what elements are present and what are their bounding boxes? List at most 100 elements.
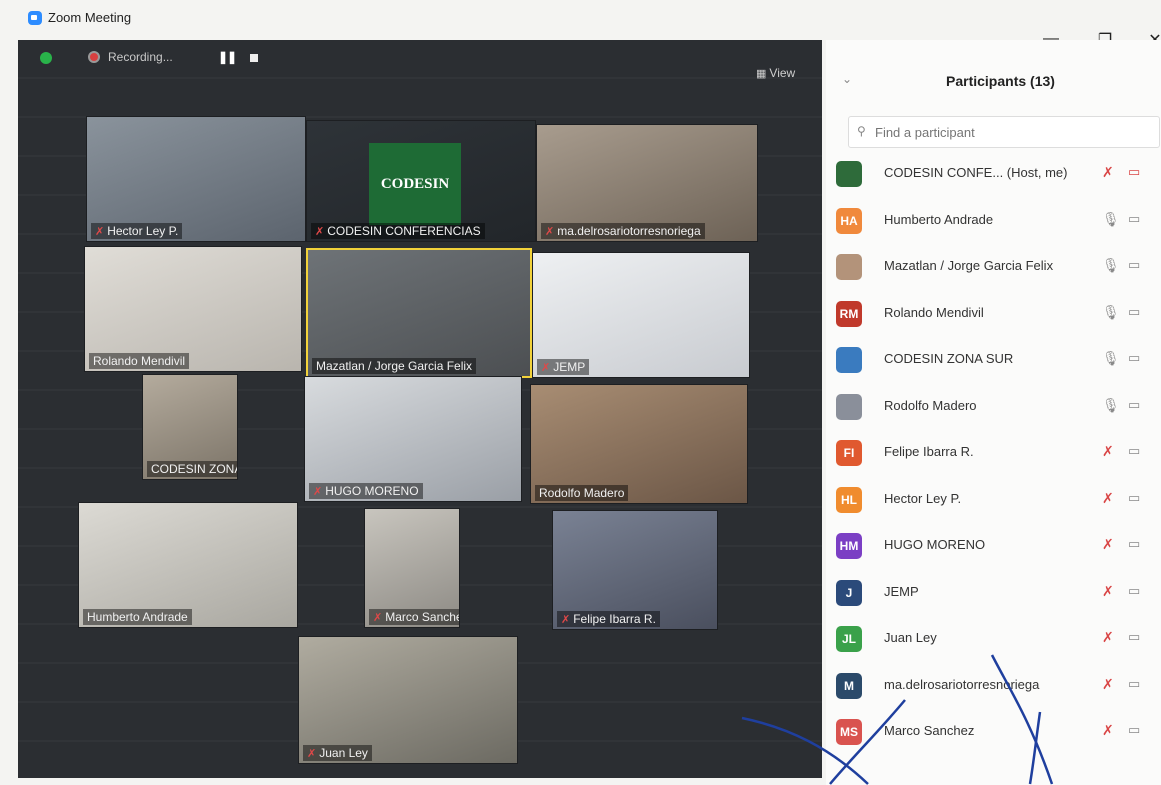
mic-icon[interactable]: 🎙: [1102, 257, 1120, 274]
video-tile[interactable]: ✗ HUGO MORENO: [304, 376, 522, 502]
camera-icon[interactable]: ▭: [1128, 397, 1140, 413]
tile-name: Marco Sanchez: [385, 610, 459, 624]
participant-name: JEMP: [884, 583, 919, 599]
participant-name: HUGO MORENO: [884, 537, 986, 552]
mic-icon[interactable]: 🎙: [1102, 304, 1120, 321]
camera-icon[interactable]: ▭: [1128, 722, 1140, 738]
participant-row[interactable]: Mma.delrosariotorresnoriega ✗ ▭: [826, 664, 1161, 711]
avatar: [836, 254, 862, 280]
participant-name: CODESIN ZONA SUR: [884, 351, 1014, 366]
tile-name-label: ✗ Juan Ley: [303, 745, 372, 761]
video-tile[interactable]: CODESIN ✗ CODESIN CONFERENCIAS: [306, 120, 536, 242]
pause-recording-button[interactable]: ❚❚: [218, 50, 237, 64]
avatar: HL: [836, 486, 862, 513]
participant-row[interactable]: HA Humberto Andrade 🎙 ▭: [826, 199, 1161, 246]
video-tile[interactable]: ✗ ma.delrosariotorresnoriega: [536, 124, 758, 242]
security-shield-icon[interactable]: [40, 52, 52, 64]
tile-name: Felipe Ibarra R.: [573, 612, 656, 626]
muted-mic-icon: ✗: [561, 614, 571, 626]
collapse-panel-chevron-icon[interactable]: ⌄: [842, 72, 852, 86]
zoom-app-icon: [28, 11, 42, 25]
participant-row[interactable]: JL Juan Ley ✗ ▭: [826, 617, 1161, 664]
mic-icon[interactable]: 🎙: [1102, 397, 1120, 414]
video-tile[interactable]: ✗Marco Sanchez: [364, 508, 460, 628]
video-tile[interactable]: ✗ Juan Ley: [298, 636, 518, 764]
video-tile[interactable]: Rolando Mendivil: [84, 246, 302, 372]
video-gallery: Recording... ❚❚ ▦ View ✗ Hector Ley P. CODE…: [18, 40, 822, 778]
participant-row[interactable]: FI Felipe Ibarra R. ✗ ▭: [826, 431, 1161, 478]
avatar: J: [836, 579, 862, 606]
stop-recording-button[interactable]: [250, 54, 258, 62]
muted-mic-icon[interactable]: ✗: [1102, 443, 1114, 460]
participant-list: CODESIN CONFE... (Host, me) ✗ ▭ HA Humberto …: [826, 152, 1161, 757]
mic-icon[interactable]: 🎙: [1102, 350, 1120, 367]
participant-row[interactable]: Rodolfo Madero 🎙 ▭: [826, 385, 1161, 432]
tile-name: Hector Ley P.: [107, 224, 179, 238]
view-label: View: [769, 66, 796, 80]
codesin-logo: CODESIN: [369, 143, 461, 225]
camera-icon[interactable]: ▭: [1128, 211, 1140, 227]
tile-name-label: ✗ ma.delrosariotorresnoriega: [541, 223, 705, 239]
muted-mic-icon: ✗: [541, 362, 551, 374]
video-tile[interactable]: CODESIN ZONA SUR: [142, 374, 238, 480]
tile-name-label: ✗ JEMP: [537, 359, 590, 375]
camera-icon[interactable]: ▭: [1128, 304, 1140, 320]
participants-panel: ⌄ Participants (13) ⚲ CODESIN CONFE... (…: [826, 40, 1161, 785]
video-tile[interactable]: Mazatlan / Jorge Garcia Felix: [306, 248, 532, 378]
recording-label: Recording...: [108, 50, 173, 64]
tile-name: Rolando Mendivil: [93, 354, 186, 368]
tile-name: Rodolfo Madero: [539, 486, 625, 500]
search-icon: ⚲: [857, 124, 866, 138]
muted-mic-icon: ✗: [313, 486, 323, 498]
muted-mic-icon[interactable]: ✗: [1102, 164, 1114, 181]
muted-mic-icon: ✗: [373, 612, 383, 624]
muted-mic-icon[interactable]: ✗: [1102, 583, 1114, 600]
participant-row[interactable]: HL Hector Ley P. ✗ ▭: [826, 478, 1161, 525]
participant-search-box[interactable]: ⚲: [848, 116, 1160, 148]
camera-icon[interactable]: ▭: [1128, 583, 1140, 599]
tile-name: Mazatlan / Jorge Garcia Felix: [316, 359, 473, 373]
participant-row[interactable]: RM Rolando Mendivil 🎙 ▭: [826, 292, 1161, 339]
tile-name: Juan Ley: [319, 746, 368, 760]
camera-icon[interactable]: ▭: [1128, 629, 1140, 645]
camera-icon[interactable]: ▭: [1128, 443, 1140, 459]
video-tile[interactable]: ✗ Felipe Ibarra R.: [552, 510, 718, 630]
muted-mic-icon[interactable]: ✗: [1102, 536, 1114, 553]
participant-row[interactable]: CODESIN CONFE... (Host, me) ✗ ▭: [826, 152, 1161, 199]
tile-name-label: ✗ HUGO MORENO: [309, 483, 423, 499]
video-tile[interactable]: Rodolfo Madero: [530, 384, 748, 504]
tile-name-label: Mazatlan / Jorge Garcia Felix: [312, 358, 477, 374]
muted-mic-icon[interactable]: ✗: [1102, 722, 1114, 739]
camera-icon[interactable]: ▭: [1128, 676, 1140, 692]
participant-row[interactable]: Mazatlan / Jorge Garcia Felix 🎙 ▭: [826, 245, 1161, 292]
tile-name: Humberto Andrade: [87, 610, 188, 624]
tile-name-label: ✗ CODESIN CONFERENCIAS: [311, 223, 485, 239]
video-tile[interactable]: Humberto Andrade: [78, 502, 298, 628]
camera-icon[interactable]: ▭: [1128, 257, 1140, 273]
view-button[interactable]: ▦ View: [756, 66, 795, 80]
participant-row[interactable]: CODESIN ZONA SUR 🎙 ▭: [826, 338, 1161, 385]
participant-name: Rolando Mendivil: [884, 304, 984, 320]
participant-name: ma.delrosariotorresnoriega: [884, 676, 1040, 692]
camera-icon[interactable]: ▭: [1128, 350, 1140, 366]
video-tile[interactable]: ✗ JEMP: [532, 252, 750, 378]
participant-search-input[interactable]: [873, 122, 1147, 142]
tile-name-label: ✗ Felipe Ibarra R.: [557, 611, 660, 627]
muted-mic-icon[interactable]: ✗: [1102, 676, 1114, 693]
avatar: [836, 347, 862, 373]
muted-mic-icon: ✗: [95, 226, 105, 238]
video-tile[interactable]: ✗ Hector Ley P.: [86, 116, 306, 242]
camera-icon[interactable]: ▭: [1128, 490, 1140, 506]
tile-name-label: Rolando Mendivil: [89, 353, 190, 369]
tile-name-label: ✗ Hector Ley P.: [91, 223, 183, 239]
participant-row[interactable]: MS Marco Sanchez ✗ ▭: [826, 710, 1161, 757]
tile-name: HUGO MORENO: [325, 484, 419, 498]
participant-row[interactable]: J JEMP ✗ ▭: [826, 571, 1161, 618]
mic-icon[interactable]: 🎙: [1102, 211, 1120, 228]
participants-title: Participants (13): [946, 73, 1055, 89]
muted-mic-icon[interactable]: ✗: [1102, 629, 1114, 646]
participant-row[interactable]: HM HUGO MORENO ✗ ▭: [826, 524, 1161, 571]
camera-icon[interactable]: ▭: [1128, 536, 1140, 552]
camera-off-icon[interactable]: ▭: [1128, 164, 1140, 180]
muted-mic-icon[interactable]: ✗: [1102, 490, 1114, 507]
